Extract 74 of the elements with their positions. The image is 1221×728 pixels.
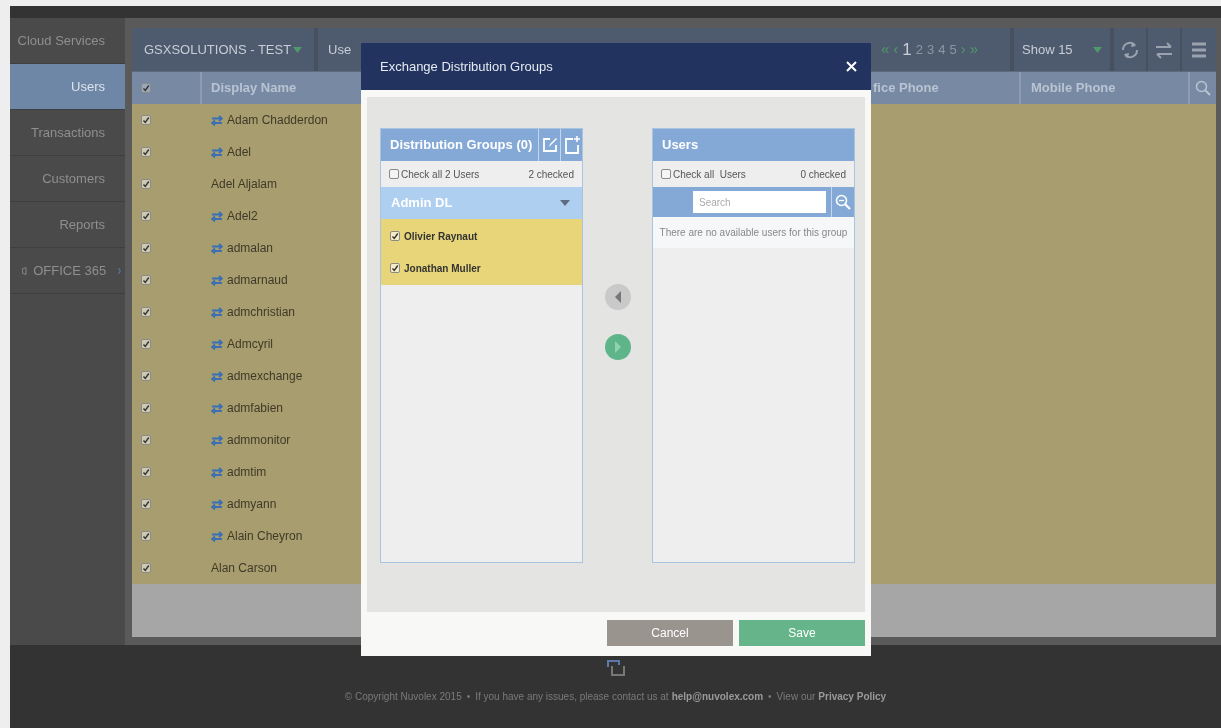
table-cell-text: admtim <box>227 464 267 481</box>
column-header[interactable]: Display Name <box>211 78 297 98</box>
table-cell-text: admarnaud <box>227 272 288 289</box>
table-cell-text: admmonitor <box>227 432 291 449</box>
previous-page-link[interactable]: ‹ <box>893 38 899 61</box>
search-field[interactable]: Search <box>693 191 826 213</box>
checkbox[interactable] <box>390 231 400 241</box>
dropdown-arrow-icon <box>293 46 302 53</box>
table-cell-text: admalan <box>227 240 274 257</box>
checkbox[interactable] <box>390 263 400 273</box>
table-cell-text: Adel Aljalam <box>211 176 278 193</box>
first-page-link[interactable]: « <box>881 38 890 61</box>
table-cell-text: Adel <box>227 144 252 161</box>
last-page-link[interactable]: » <box>969 38 979 61</box>
group-row[interactable]: Admin DL <box>381 187 582 219</box>
next-page-link[interactable]: › <box>960 38 966 61</box>
checkbox[interactable] <box>141 339 151 349</box>
checkbox[interactable] <box>141 435 151 445</box>
table-cell-text: admyann <box>227 496 277 513</box>
save-button[interactable]: Save <box>739 620 865 646</box>
dropdown-arrow-icon <box>1093 46 1102 53</box>
member-name: Jonathan Muller <box>404 261 481 276</box>
privacy-link[interactable]: Privacy Policy <box>818 689 887 704</box>
panel-title: Users <box>662 136 699 155</box>
checked-count: 0 checked <box>800 167 846 182</box>
email-link[interactable]: help@nuvolex.com <box>671 689 764 704</box>
separator-dot: • <box>466 690 471 704</box>
tab-label[interactable]: Use <box>328 39 352 60</box>
empty-message: There are no available users for this group <box>659 226 848 240</box>
page-link[interactable]: 4 <box>938 39 946 60</box>
member-name: Olivier Raynaut <box>404 229 478 244</box>
checkbox[interactable] <box>141 243 151 253</box>
page-link[interactable]: 2 <box>915 39 924 60</box>
sidebar-item[interactable]: Users <box>10 64 125 110</box>
checked-count: 2 checked <box>528 167 574 182</box>
separator-dot: • <box>768 690 772 704</box>
contact-text: If you have any issues, please contact us at <box>475 690 669 704</box>
table-cell-text: Adam Chadderdon <box>227 112 328 129</box>
checkbox[interactable] <box>141 403 151 413</box>
table-cell-text: admfabien <box>227 400 284 417</box>
table-cell-text: Alan Carson <box>211 560 278 577</box>
caret-down-icon[interactable] <box>560 200 570 206</box>
copyright-text: © Copyright Nuvolex 2015 <box>344 690 462 704</box>
checkbox[interactable] <box>141 307 151 317</box>
checkbox[interactable] <box>141 499 151 509</box>
page-link[interactable]: 1 <box>902 36 912 63</box>
page-link[interactable]: 3 <box>927 39 935 60</box>
table-cell-text: admexchange <box>227 368 303 385</box>
checkbox-label: Check all 2 Users <box>401 167 480 182</box>
checkbox[interactable] <box>141 371 151 381</box>
column-header[interactable]: Mobile Phone <box>1031 78 1116 98</box>
checkbox[interactable] <box>141 563 151 573</box>
checkbox-label: Check all Users <box>673 167 746 182</box>
table-cell-text: admchristian <box>227 304 296 321</box>
cancel-button[interactable]: Cancel <box>607 620 733 646</box>
page-link[interactable]: 5 <box>949 39 957 60</box>
checkbox[interactable] <box>141 147 151 157</box>
checkbox[interactable] <box>141 179 151 189</box>
close-icon[interactable] <box>846 61 857 72</box>
dialog-title: Exchange Distribution Groups <box>380 57 553 76</box>
table-cell-text: Admcyril <box>227 336 273 353</box>
privacy-text: View our <box>776 690 816 704</box>
checkbox[interactable] <box>141 83 151 93</box>
checkbox[interactable] <box>141 275 151 285</box>
checkbox[interactable] <box>141 115 151 125</box>
table-cell-text: Adel2 <box>227 208 258 225</box>
checkbox[interactable] <box>141 211 151 221</box>
checkbox[interactable] <box>661 169 671 179</box>
table-cell-text: Alain Cheyron <box>227 528 303 545</box>
checkbox[interactable] <box>141 467 151 477</box>
checkbox[interactable] <box>141 531 151 541</box>
checkbox[interactable] <box>389 169 399 179</box>
column-header[interactable]: fice Phone <box>873 78 939 98</box>
panel-title: Distribution Groups (0) <box>390 136 533 155</box>
